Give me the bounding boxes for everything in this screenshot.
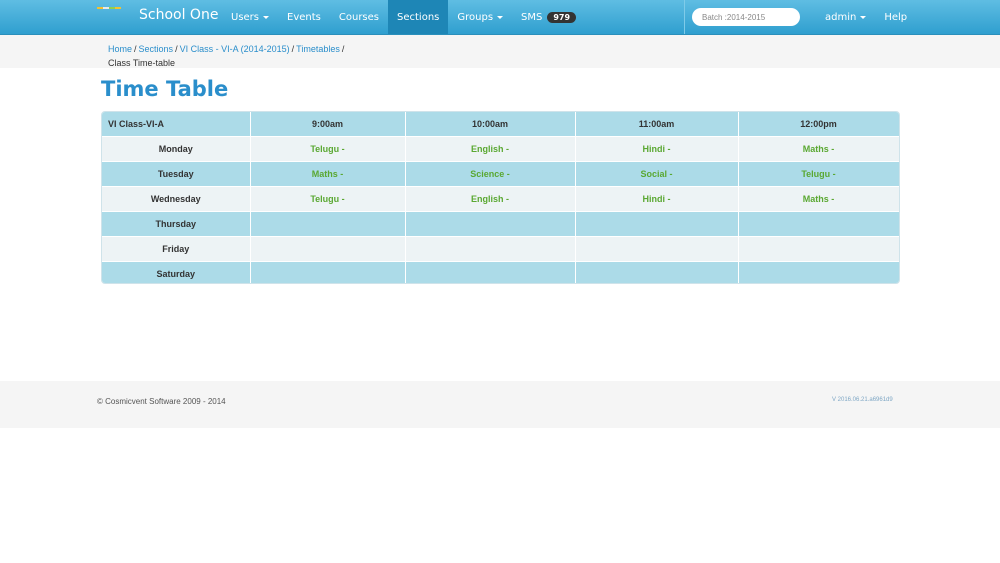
timetable-cell[interactable]: Maths - bbox=[250, 161, 406, 187]
period-header: 9:00am bbox=[250, 112, 406, 137]
caret-down-icon bbox=[860, 15, 867, 19]
user-nav: admin Help bbox=[816, 0, 916, 34]
nav-sections-label: Sections bbox=[397, 11, 440, 23]
timetable: VI Class-VI-A 9:00am 10:00am 11:00am 12:… bbox=[101, 111, 900, 284]
table-row: Monday Telugu - English - Hindi - Maths … bbox=[102, 136, 899, 162]
timetable-cell[interactable]: English - bbox=[405, 186, 576, 212]
timetable-cell[interactable] bbox=[250, 261, 406, 283]
top-navbar: School One Users Events Courses Sections… bbox=[0, 0, 1000, 35]
subject-label: Telugu - bbox=[801, 169, 836, 179]
nav-sms[interactable]: SMS 979 bbox=[512, 0, 585, 34]
nav-courses-label: Courses bbox=[338, 11, 379, 23]
nav-users-label: Users bbox=[231, 11, 260, 23]
batch-search-input[interactable] bbox=[692, 8, 800, 26]
timetable-grid: VI Class-VI-A 9:00am 10:00am 11:00am 12:… bbox=[102, 112, 899, 283]
day-label: Thursday bbox=[102, 211, 251, 237]
timetable-cell[interactable] bbox=[405, 236, 576, 262]
breadcrumb-current: Class Time-table bbox=[108, 58, 176, 68]
page-title: Time Table bbox=[101, 77, 229, 101]
nav-help-label: Help bbox=[884, 11, 908, 23]
class-label: VI Class-VI-A bbox=[102, 112, 251, 137]
subject-label: English - bbox=[471, 194, 509, 204]
breadcrumb-class[interactable]: VI Class - VI-A (2014-2015) bbox=[180, 44, 290, 54]
day-label: Wednesday bbox=[102, 186, 251, 212]
nav-courses[interactable]: Courses bbox=[330, 0, 388, 34]
caret-down-icon bbox=[497, 15, 504, 19]
table-row: Wednesday Telugu - English - Hindi - Mat… bbox=[102, 186, 899, 212]
timetable-cell[interactable]: English - bbox=[405, 136, 576, 162]
subject-label: English - bbox=[471, 144, 509, 154]
timetable-cell[interactable] bbox=[575, 261, 739, 283]
timetable-cell[interactable]: Telugu - bbox=[738, 161, 899, 187]
nav-events-label: Events bbox=[287, 11, 321, 23]
period-header: 11:00am bbox=[575, 112, 739, 137]
subject-label: Hindi - bbox=[642, 144, 671, 154]
day-label: Friday bbox=[102, 236, 251, 262]
caret-down-icon bbox=[263, 15, 270, 19]
subject-label: Social - bbox=[640, 169, 673, 179]
subject-label: Maths - bbox=[802, 194, 835, 204]
period-header: 12:00pm bbox=[738, 112, 899, 137]
subject-label: Telugu - bbox=[310, 194, 345, 204]
subject-label: Science - bbox=[470, 169, 510, 179]
nav-admin[interactable]: admin bbox=[816, 0, 875, 34]
table-row: Tuesday Maths - Science - Social - Telug… bbox=[102, 161, 899, 187]
timetable-cell[interactable]: Telugu - bbox=[250, 136, 406, 162]
nav-events[interactable]: Events bbox=[278, 0, 330, 34]
nav-divider bbox=[684, 0, 685, 34]
breadcrumb: Home / Sections / VI Class - VI-A (2014-2015… bbox=[108, 44, 345, 68]
subject-label: Maths - bbox=[802, 144, 835, 154]
timetable-cell[interactable]: Maths - bbox=[738, 136, 899, 162]
timetable-cell[interactable] bbox=[738, 236, 899, 262]
timetable-cell[interactable] bbox=[575, 236, 739, 262]
nav-groups-label: Groups bbox=[457, 11, 494, 23]
timetable-cell[interactable]: Telugu - bbox=[250, 186, 406, 212]
timetable-cell[interactable] bbox=[405, 211, 576, 237]
day-label: Saturday bbox=[102, 261, 251, 283]
timetable-cell[interactable] bbox=[738, 211, 899, 237]
nav-users[interactable]: Users bbox=[222, 0, 278, 34]
timetable-cell[interactable] bbox=[250, 211, 406, 237]
period-header: 10:00am bbox=[405, 112, 576, 137]
nav-admin-label: admin bbox=[825, 11, 857, 23]
subject-label: Telugu - bbox=[310, 144, 345, 154]
subject-label: Maths - bbox=[311, 169, 344, 179]
day-label: Tuesday bbox=[102, 161, 251, 187]
timetable-cell[interactable] bbox=[405, 261, 576, 283]
day-label: Monday bbox=[102, 136, 251, 162]
nav-sms-label: SMS bbox=[521, 11, 543, 23]
breadcrumb-sections[interactable]: Sections bbox=[139, 44, 174, 54]
nav-groups[interactable]: Groups bbox=[448, 0, 512, 34]
timetable-cell[interactable]: Hindi - bbox=[575, 186, 739, 212]
nav-help[interactable]: Help bbox=[875, 0, 916, 34]
timetable-cell[interactable]: Maths - bbox=[738, 186, 899, 212]
timetable-header-row: VI Class-VI-A 9:00am 10:00am 11:00am 12:… bbox=[102, 112, 899, 137]
breadcrumb-timetables[interactable]: Timetables bbox=[296, 44, 340, 54]
timetable-cell[interactable] bbox=[575, 211, 739, 237]
timetable-cell[interactable] bbox=[738, 261, 899, 283]
version-text: V 2016.06.21.a6961d9 bbox=[832, 397, 893, 403]
timetable-cell[interactable]: Science - bbox=[405, 161, 576, 187]
copyright-text: © Cosmicvent Software 2009 - 2014 bbox=[97, 397, 226, 406]
table-row: Friday bbox=[102, 236, 899, 262]
nav-sections[interactable]: Sections bbox=[388, 0, 449, 34]
timetable-cell[interactable]: Social - bbox=[575, 161, 739, 187]
timetable-cell[interactable] bbox=[250, 236, 406, 262]
timetable-cell[interactable]: Hindi - bbox=[575, 136, 739, 162]
subject-label: Hindi - bbox=[642, 194, 671, 204]
table-row: Thursday bbox=[102, 211, 899, 237]
breadcrumb-home[interactable]: Home bbox=[108, 44, 132, 54]
brand-name[interactable]: School One bbox=[139, 7, 218, 23]
main-nav: Users Events Courses Sections Groups SMS… bbox=[222, 0, 585, 34]
sms-count-badge: 979 bbox=[547, 11, 577, 23]
school-logo-icon[interactable] bbox=[97, 7, 127, 10]
table-row: Saturday bbox=[102, 261, 899, 283]
